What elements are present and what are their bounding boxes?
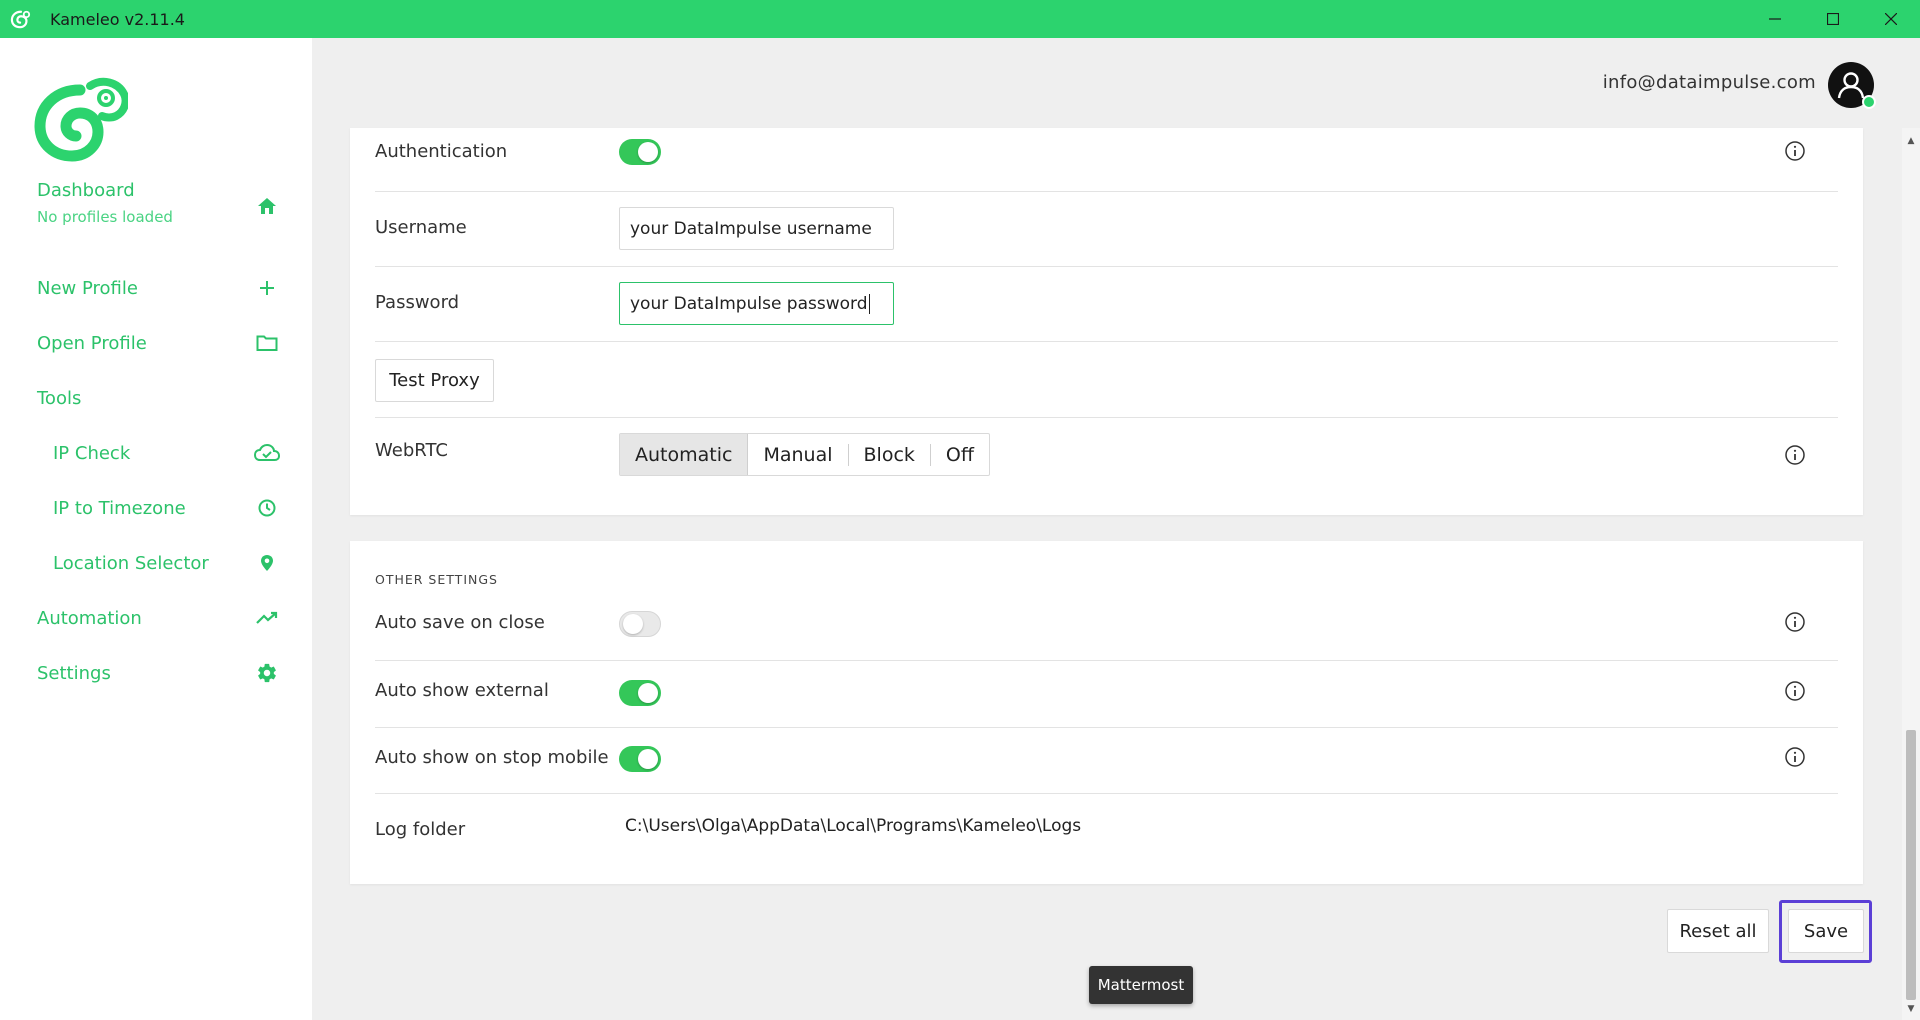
- webrtc-option-block[interactable]: Block: [849, 434, 930, 475]
- scroll-down-icon[interactable]: ▼: [1906, 1004, 1916, 1014]
- header: info@dataimpulse.com: [312, 38, 1902, 128]
- sidebar-item-automation[interactable]: Automation: [0, 598, 312, 638]
- auto-show-stop-mobile-label: Auto show on stop mobile: [375, 747, 609, 768]
- webrtc-row: WebRTC Automatic Manual Block Off: [375, 418, 1838, 488]
- scrollbar-thumb[interactable]: [1906, 730, 1916, 1000]
- authentication-label: Authentication: [375, 141, 508, 162]
- log-folder-path: C:\Users\Olga\AppData\Local\Programs\Kam…: [625, 816, 1082, 836]
- user-avatar[interactable]: [1828, 62, 1876, 109]
- password-input[interactable]: your DataImpulse password: [619, 282, 894, 325]
- sidebar-item-new-profile[interactable]: New Profile: [0, 268, 312, 308]
- vertical-scrollbar[interactable]: ▲ ▼: [1902, 128, 1920, 1020]
- auto-save-toggle[interactable]: [619, 611, 661, 637]
- title-bar: Kameleo v2.11.4: [0, 0, 1920, 38]
- authentication-row: Authentication: [375, 128, 1838, 192]
- trending-up-icon: [254, 605, 280, 631]
- other-settings-card: OTHER SETTINGS Auto save on close Auto s…: [350, 541, 1863, 884]
- auto-show-stop-mobile-toggle[interactable]: [619, 746, 661, 772]
- taskbar-tooltip: Mattermost: [1089, 966, 1193, 1004]
- password-input-text: your DataImpulse password: [630, 293, 868, 314]
- info-icon[interactable]: [1784, 680, 1806, 702]
- home-icon: [254, 193, 280, 219]
- sidebar-item-label: New Profile: [37, 277, 138, 299]
- save-button[interactable]: Save: [1788, 909, 1864, 953]
- sidebar: Dashboard No profiles loaded New Profile…: [0, 38, 312, 1020]
- maximize-button[interactable]: [1804, 0, 1862, 38]
- info-icon[interactable]: [1784, 611, 1806, 633]
- sidebar-item-label: Location Selector: [53, 552, 209, 574]
- clock-icon: [254, 495, 280, 521]
- auto-show-external-toggle[interactable]: [619, 680, 661, 706]
- info-icon[interactable]: [1784, 140, 1806, 162]
- reset-all-button[interactable]: Reset all: [1667, 909, 1769, 953]
- sidebar-item-label: Open Profile: [37, 332, 147, 354]
- section-title: OTHER SETTINGS: [375, 572, 498, 587]
- kameleo-app-icon: [10, 8, 32, 30]
- info-icon[interactable]: [1784, 444, 1806, 466]
- info-icon[interactable]: [1784, 746, 1806, 768]
- close-icon: [1885, 13, 1897, 25]
- text-caret: [868, 293, 870, 314]
- minimize-button[interactable]: [1746, 0, 1804, 38]
- username-row: Username your DataImpulse username: [375, 192, 1838, 267]
- online-status-dot: [1862, 95, 1876, 109]
- sidebar-item-label: IP Check: [53, 442, 131, 464]
- minimize-icon: [1769, 18, 1781, 20]
- webrtc-label: WebRTC: [375, 440, 448, 461]
- auto-show-external-row: Auto show external: [375, 661, 1838, 728]
- auto-save-row: Auto save on close: [375, 597, 1838, 661]
- authentication-toggle[interactable]: [619, 139, 661, 165]
- kameleo-logo: [32, 76, 130, 162]
- username-label: Username: [375, 217, 467, 238]
- test-proxy-button[interactable]: Test Proxy: [375, 359, 494, 402]
- sidebar-item-label: IP to Timezone: [53, 497, 186, 519]
- log-folder-row: Log folder C:\Users\Olga\AppData\Local\P…: [375, 794, 1838, 874]
- user-email: info@dataimpulse.com: [1602, 72, 1816, 93]
- sidebar-item-label: Automation: [37, 607, 142, 629]
- cloud-check-icon: [254, 440, 280, 466]
- auto-save-label: Auto save on close: [375, 612, 545, 633]
- webrtc-segmented-control: Automatic Manual Block Off: [619, 433, 990, 476]
- webrtc-option-manual[interactable]: Manual: [748, 434, 847, 475]
- scroll-up-icon[interactable]: ▲: [1906, 136, 1916, 146]
- sidebar-item-open-profile[interactable]: Open Profile: [0, 323, 312, 363]
- username-input[interactable]: your DataImpulse username: [619, 207, 894, 250]
- proxy-settings-card: Authentication Username your DataImpulse…: [350, 128, 1863, 515]
- sidebar-item-label: Settings: [37, 662, 111, 684]
- password-label: Password: [375, 292, 460, 313]
- plus-icon: [254, 275, 280, 301]
- sidebar-item-dashboard[interactable]: Dashboard No profiles loaded: [0, 176, 312, 236]
- folder-icon: [254, 330, 280, 356]
- sidebar-item-label: Dashboard: [37, 180, 135, 201]
- map-pin-icon: [254, 550, 280, 576]
- auto-show-stop-mobile-row: Auto show on stop mobile: [375, 728, 1838, 794]
- log-folder-label: Log folder: [375, 819, 466, 840]
- window-title: Kameleo v2.11.4: [50, 9, 185, 29]
- test-proxy-row: Test Proxy: [375, 342, 1838, 418]
- sidebar-item-settings[interactable]: Settings: [0, 653, 312, 693]
- sidebar-item-label: Tools: [37, 387, 82, 409]
- sidebar-item-location-selector[interactable]: Location Selector: [0, 543, 312, 583]
- close-window-button[interactable]: [1862, 0, 1920, 38]
- sidebar-item-sublabel: No profiles loaded: [37, 208, 173, 226]
- webrtc-option-off[interactable]: Off: [931, 434, 989, 475]
- sidebar-item-ip-to-timezone[interactable]: IP to Timezone: [0, 488, 312, 528]
- password-row: Password your DataImpulse password: [375, 267, 1838, 342]
- webrtc-option-automatic[interactable]: Automatic: [620, 434, 749, 475]
- sidebar-item-tools[interactable]: Tools: [0, 378, 312, 418]
- auto-show-external-label: Auto show external: [375, 680, 549, 701]
- maximize-icon: [1827, 13, 1839, 25]
- sidebar-item-ip-check[interactable]: IP Check: [0, 433, 312, 473]
- gear-icon: [254, 660, 280, 686]
